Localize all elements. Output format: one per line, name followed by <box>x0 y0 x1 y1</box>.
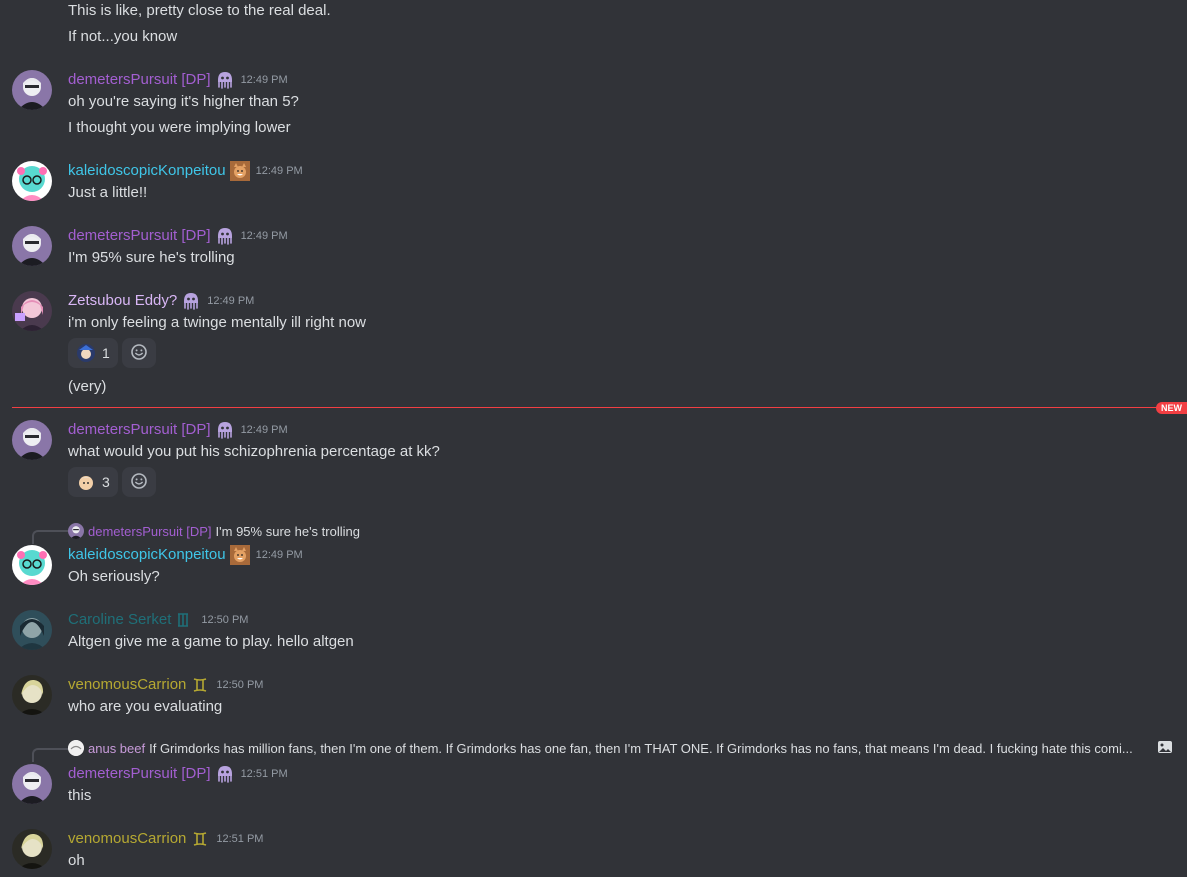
new-messages-divider <box>12 407 1157 408</box>
smiley-add-icon <box>129 471 149 494</box>
avatar[interactable] <box>12 610 52 650</box>
image-icon <box>1157 739 1173 758</box>
message-header: venomousCarrion 12:51 PM <box>68 829 263 849</box>
timestamp[interactable]: 12:50 PM <box>201 614 248 626</box>
emoji-face-icon <box>76 472 96 492</box>
username[interactable]: demetersPursuit [DP] <box>68 764 211 784</box>
message-text: If not...you know <box>68 28 178 45</box>
reply-username[interactable]: anus beef <box>88 741 145 756</box>
avatar[interactable] <box>12 291 52 331</box>
avatar[interactable] <box>12 764 52 804</box>
avatar[interactable] <box>12 70 52 110</box>
message-text: I thought you were implying lower <box>68 119 291 136</box>
reply-spine <box>32 748 68 762</box>
message-text: Oh seriously? <box>68 568 160 585</box>
squid-icon <box>215 420 235 440</box>
gemini-sign-icon <box>190 829 210 849</box>
username[interactable]: kaleidoscopicKonpeitou <box>68 545 226 565</box>
reply-preview[interactable]: demetersPursuit [DP] I'm 95% sure he's t… <box>68 521 360 541</box>
new-label: NEW <box>1156 402 1187 414</box>
timestamp[interactable]: 12:49 PM <box>256 165 303 177</box>
add-reaction-button[interactable] <box>121 467 156 497</box>
aquarius-sign-icon <box>175 610 195 630</box>
gemini-sign-icon <box>190 675 210 695</box>
add-reaction-button[interactable] <box>121 338 156 368</box>
reply-text: If Grimdorks has million fans, then I'm … <box>149 740 1133 756</box>
avatar[interactable] <box>12 675 52 715</box>
message-header: demetersPursuit [DP] 12:49 PM <box>68 70 288 90</box>
timestamp[interactable]: 12:50 PM <box>216 679 263 691</box>
shiba-icon <box>230 545 250 565</box>
reply-username[interactable]: demetersPursuit [DP] <box>88 524 212 539</box>
message-text: I'm 95% sure he's trolling <box>68 249 235 266</box>
username[interactable]: venomousCarrion <box>68 675 186 695</box>
reaction-count: 1 <box>102 345 110 361</box>
message-header: Caroline Serket 12:50 PM <box>68 610 248 630</box>
message-text: oh <box>68 852 85 869</box>
squid-icon <box>215 764 235 784</box>
squid-icon <box>215 70 235 90</box>
avatar[interactable] <box>12 420 52 460</box>
message-text: This is like, pretty close to the real d… <box>68 2 331 19</box>
shiba-icon <box>230 161 250 181</box>
message-text: who are you evaluating <box>68 698 223 715</box>
timestamp[interactable]: 12:51 PM <box>241 768 288 780</box>
reaction-count: 3 <box>102 474 110 490</box>
reactions: 1 <box>68 338 156 368</box>
reply-avatar <box>68 523 84 539</box>
username[interactable]: venomousCarrion <box>68 829 186 849</box>
smiley-add-icon <box>129 342 149 365</box>
username[interactable]: Caroline Serket <box>68 610 171 630</box>
squid-icon <box>181 291 201 311</box>
reply-spine <box>32 530 68 544</box>
username[interactable]: demetersPursuit [DP] <box>68 226 211 246</box>
timestamp[interactable]: 12:49 PM <box>256 549 303 561</box>
message-text: Altgen give me a game to play. hello alt… <box>68 633 354 650</box>
timestamp[interactable]: 12:51 PM <box>216 833 263 845</box>
timestamp[interactable]: 12:49 PM <box>207 295 254 307</box>
avatar[interactable] <box>12 545 52 585</box>
message-text: (very) <box>68 378 107 395</box>
avatar[interactable] <box>12 226 52 266</box>
message-header: kaleidoscopicKonpeitou 12:49 PM <box>68 545 303 565</box>
username[interactable]: demetersPursuit [DP] <box>68 420 211 440</box>
timestamp[interactable]: 12:49 PM <box>241 424 288 436</box>
avatar[interactable] <box>12 829 52 869</box>
message-header: demetersPursuit [DP] 12:51 PM <box>68 764 288 784</box>
reaction-chip[interactable]: 1 <box>68 338 118 368</box>
username[interactable]: Zetsubou Eddy? <box>68 291 177 311</box>
message-header: demetersPursuit [DP] 12:49 PM <box>68 420 288 440</box>
message-text: what would you put his schizophrenia per… <box>68 443 440 460</box>
message-header: demetersPursuit [DP] 12:49 PM <box>68 226 288 246</box>
username[interactable]: demetersPursuit [DP] <box>68 70 211 90</box>
message-text: this <box>68 787 92 804</box>
reaction-chip[interactable]: 3 <box>68 467 118 497</box>
message-text: Just a little!! <box>68 184 148 201</box>
reply-avatar <box>68 740 84 756</box>
squid-icon <box>215 226 235 246</box>
reply-preview[interactable]: anus beef If Grimdorks has million fans,… <box>68 738 1183 758</box>
avatar[interactable] <box>12 161 52 201</box>
timestamp[interactable]: 12:49 PM <box>241 74 288 86</box>
message-header: kaleidoscopicKonpeitou 12:49 PM <box>68 161 303 181</box>
reply-text: I'm 95% sure he's trolling <box>215 523 360 539</box>
message-text: i'm only feeling a twinge mentally ill r… <box>68 314 367 331</box>
message-text: oh you're saying it's higher than 5? <box>68 93 299 110</box>
timestamp[interactable]: 12:49 PM <box>241 230 288 242</box>
message-header: Zetsubou Eddy? 12:49 PM <box>68 291 254 311</box>
username[interactable]: kaleidoscopicKonpeitou <box>68 161 226 181</box>
emoji-avatar-icon <box>76 343 96 363</box>
message-header: venomousCarrion 12:50 PM <box>68 675 263 695</box>
reactions: 3 <box>68 467 156 497</box>
